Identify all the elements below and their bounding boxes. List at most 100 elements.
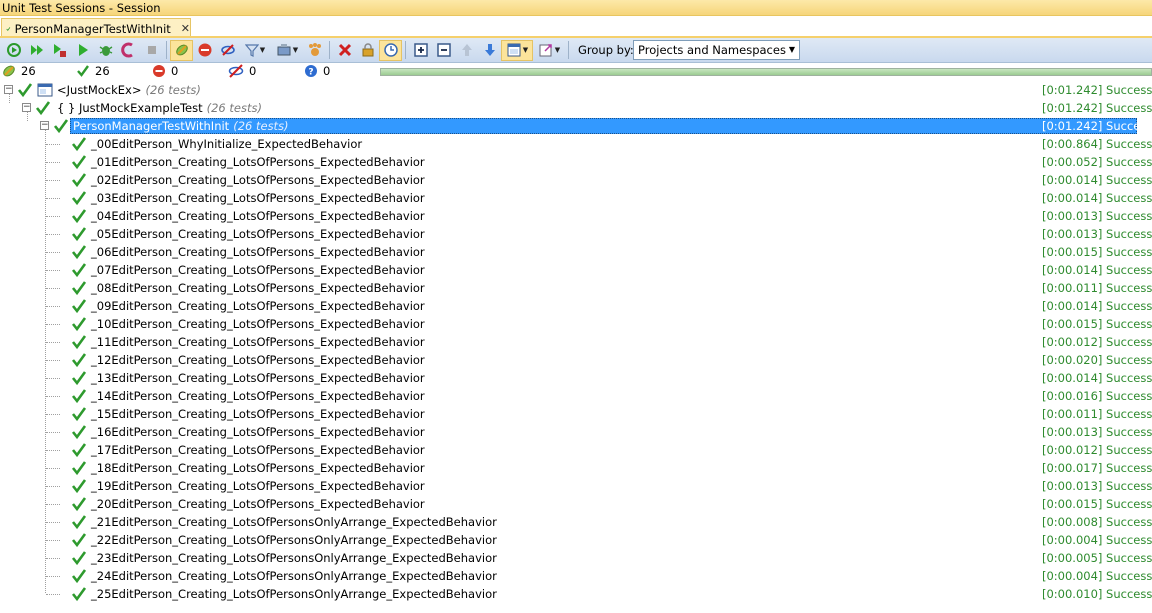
previous-icon[interactable]	[455, 40, 478, 61]
test-row[interactable]: _24EditPerson_Creating_LotsOfPersonsOnly…	[0, 567, 1152, 585]
check-icon	[71, 317, 87, 332]
total-tests-icon	[3, 65, 15, 77]
lock-icon[interactable]	[356, 40, 379, 61]
debug-icon[interactable]	[94, 40, 117, 61]
fixture-count: (26 tests)	[233, 119, 289, 133]
check-icon	[71, 155, 87, 170]
test-name: _24EditPerson_Creating_LotsOfPersonsOnly…	[91, 569, 497, 583]
export-icon[interactable]: ▼	[533, 40, 565, 61]
stat-failed-value: 0	[171, 64, 179, 78]
test-row[interactable]: _13EditPerson_Creating_LotsOfPersons_Exp…	[0, 369, 1152, 387]
test-row[interactable]: _03EditPerson_Creating_LotsOfPersons_Exp…	[0, 189, 1152, 207]
test-tree[interactable]: − <JustMockEx> (26 tests) [0:01.242] Succ…	[0, 81, 1152, 611]
test-result: [0:00.015] Success	[1042, 245, 1152, 259]
test-result: [0:00.013] Success	[1042, 209, 1152, 223]
run-tests-icon[interactable]	[48, 40, 71, 61]
collapse-icon[interactable]: −	[40, 121, 49, 130]
check-icon	[77, 65, 89, 77]
test-result: [0:00.020] Success	[1042, 353, 1152, 367]
tree-node-project[interactable]: − <JustMockEx> (26 tests) [0:01.242] Succ…	[0, 81, 1152, 99]
failed-icon	[153, 65, 165, 77]
next-icon[interactable]	[478, 40, 501, 61]
test-name: _02EditPerson_Creating_LotsOfPersons_Exp…	[91, 173, 425, 187]
group-by-select[interactable]: Projects and Namespaces ▼	[633, 40, 800, 60]
stats-bar: 26 26 0 0 ? 0	[0, 63, 1152, 81]
options-icon[interactable]: ▼	[271, 40, 303, 61]
tree-line	[46, 360, 60, 361]
test-row[interactable]: _02EditPerson_Creating_LotsOfPersons_Exp…	[0, 171, 1152, 189]
test-row[interactable]: _22EditPerson_Creating_LotsOfPersonsOnly…	[0, 531, 1152, 549]
test-row[interactable]: _00EditPerson_WhyInitialize_ExpectedBeha…	[0, 135, 1152, 153]
tree-line	[46, 378, 60, 379]
test-row[interactable]: _23EditPerson_Creating_LotsOfPersonsOnly…	[0, 549, 1152, 567]
tree-node-namespace[interactable]: − { } JustMockExampleTest (26 tests) [0:0…	[0, 99, 1152, 117]
run-icon[interactable]	[25, 40, 48, 61]
tab-session[interactable]: PersonManagerTestWithInit ✕	[1, 18, 191, 38]
test-row[interactable]: _01EditPerson_Creating_LotsOfPersons_Exp…	[0, 153, 1152, 171]
test-row[interactable]: _15EditPerson_Creating_LotsOfPersons_Exp…	[0, 405, 1152, 423]
test-row[interactable]: _09EditPerson_Creating_LotsOfPersons_Exp…	[0, 297, 1152, 315]
show-failed-icon[interactable]	[193, 40, 216, 61]
collapse-icon[interactable]: −	[4, 85, 13, 94]
test-row[interactable]: _20EditPerson_Creating_LotsOfPersons_Exp…	[0, 495, 1152, 513]
stat-unknown-value: 0	[323, 64, 331, 78]
test-row[interactable]: _25EditPerson_Creating_LotsOfPersonsOnly…	[0, 585, 1152, 603]
stop-icon[interactable]	[140, 40, 163, 61]
stat-total-value: 26	[21, 64, 36, 78]
filter-icon[interactable]: ▼	[239, 40, 271, 61]
profile-icon[interactable]	[303, 40, 326, 61]
check-icon	[71, 443, 87, 458]
expand-all-icon[interactable]	[409, 40, 432, 61]
chevron-down-icon: ▼	[788, 45, 795, 54]
namespace-count: (26 tests)	[206, 101, 262, 115]
stat-ignored-value: 0	[249, 64, 257, 78]
fixture-result: [0:01.242] Success	[1042, 119, 1152, 133]
test-row[interactable]: _07EditPerson_Creating_LotsOfPersons_Exp…	[0, 261, 1152, 279]
track-running-icon[interactable]	[379, 39, 402, 61]
test-row[interactable]: _10EditPerson_Creating_LotsOfPersons_Exp…	[0, 315, 1152, 333]
test-row[interactable]: _04EditPerson_Creating_LotsOfPersons_Exp…	[0, 207, 1152, 225]
layout-icon[interactable]: ▼	[501, 39, 533, 61]
tab-strip: PersonManagerTestWithInit ✕	[0, 16, 1152, 38]
progress-bar	[380, 68, 1152, 76]
remove-icon[interactable]	[333, 40, 356, 61]
test-row[interactable]: _05EditPerson_Creating_LotsOfPersons_Exp…	[0, 225, 1152, 243]
show-passed-icon[interactable]	[170, 39, 193, 61]
run-all-icon[interactable]	[2, 40, 25, 61]
tree-node-fixture[interactable]: − PersonManagerTestWithInit (26 tests) [0…	[0, 117, 1152, 135]
tree-line	[46, 252, 60, 253]
svg-text:?: ?	[308, 68, 313, 78]
check-icon	[71, 479, 87, 494]
test-row[interactable]: _14EditPerson_Creating_LotsOfPersons_Exp…	[0, 387, 1152, 405]
test-result: [0:00.013] Success	[1042, 425, 1152, 439]
test-row[interactable]: _08EditPerson_Creating_LotsOfPersons_Exp…	[0, 279, 1152, 297]
collapse-all-icon[interactable]	[432, 40, 455, 61]
fixture-name: PersonManagerTestWithInit	[73, 119, 230, 133]
test-row[interactable]: _06EditPerson_Creating_LotsOfPersons_Exp…	[0, 243, 1152, 261]
test-row[interactable]: _12EditPerson_Creating_LotsOfPersons_Exp…	[0, 351, 1152, 369]
test-row[interactable]: _21EditPerson_Creating_LotsOfPersonsOnly…	[0, 513, 1152, 531]
test-row[interactable]: _16EditPerson_Creating_LotsOfPersons_Exp…	[0, 423, 1152, 441]
test-name: _14EditPerson_Creating_LotsOfPersons_Exp…	[91, 389, 425, 403]
test-result: [0:00.015] Success	[1042, 317, 1152, 331]
test-row[interactable]: _11EditPerson_Creating_LotsOfPersons_Exp…	[0, 333, 1152, 351]
test-name: _19EditPerson_Creating_LotsOfPersons_Exp…	[91, 479, 425, 493]
test-row[interactable]: _17EditPerson_Creating_LotsOfPersons_Exp…	[0, 441, 1152, 459]
tree-line	[46, 486, 60, 487]
play-icon[interactable]	[71, 40, 94, 61]
check-icon	[71, 299, 87, 314]
check-icon	[71, 137, 87, 152]
stat-failed: 0	[152, 64, 178, 78]
tree-line	[46, 432, 60, 433]
tree-line	[46, 468, 60, 469]
tree-line	[46, 216, 60, 217]
test-row[interactable]: _19EditPerson_Creating_LotsOfPersons_Exp…	[0, 477, 1152, 495]
show-ignored-icon[interactable]	[216, 40, 239, 61]
test-row[interactable]: _18EditPerson_Creating_LotsOfPersons_Exp…	[0, 459, 1152, 477]
test-name: _25EditPerson_Creating_LotsOfPersonsOnly…	[91, 587, 497, 601]
collapse-icon[interactable]: −	[22, 103, 31, 112]
test-result: [0:00.014] Success	[1042, 173, 1152, 187]
test-name: _17EditPerson_Creating_LotsOfPersons_Exp…	[91, 443, 425, 457]
close-icon[interactable]: ✕	[181, 22, 190, 35]
coverage-icon[interactable]	[117, 40, 140, 61]
